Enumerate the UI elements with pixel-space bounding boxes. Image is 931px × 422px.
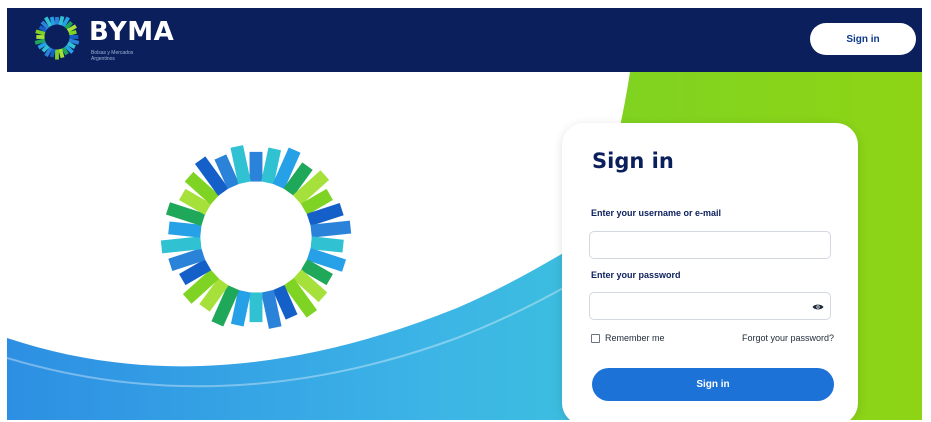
header-signin-button[interactable]: Sign in [810,23,916,55]
username-input[interactable] [589,231,831,259]
page-frame: BYMA Bolsas y Mercados Argentinos Sign i… [7,8,922,420]
ring-segment [36,35,45,39]
password-input[interactable] [589,292,831,320]
brand-name: BYMA [89,17,175,47]
byma-logo-icon [34,15,80,60]
username-label: Enter your username or e-mail [591,208,722,218]
login-title: Sign in [592,149,674,173]
forgot-password-link[interactable]: Forgot your password? [742,333,834,343]
ring-segment [69,35,79,39]
login-card: Sign in Enter your username or e-mail En… [562,123,858,420]
password-label: Enter your password [591,270,681,280]
ring-segment [55,16,59,25]
brand-subtitle: Bolsas y Mercados Argentinos [91,50,134,62]
ring-segment [249,292,263,323]
logo-ring-segments [34,15,80,60]
ring-segment [55,49,59,60]
remember-label: Remember me [605,333,665,343]
top-navbar: BYMA Bolsas y Mercados Argentinos Sign i… [7,8,922,72]
ring-segment [249,151,263,182]
remember-me[interactable]: Remember me [591,333,665,343]
remember-checkbox[interactable] [591,333,600,343]
hero-logo-icon [160,145,352,329]
hero-ring-segments [160,145,352,329]
eye-icon[interactable] [812,303,824,311]
signin-submit-button[interactable]: Sign in [592,368,834,401]
